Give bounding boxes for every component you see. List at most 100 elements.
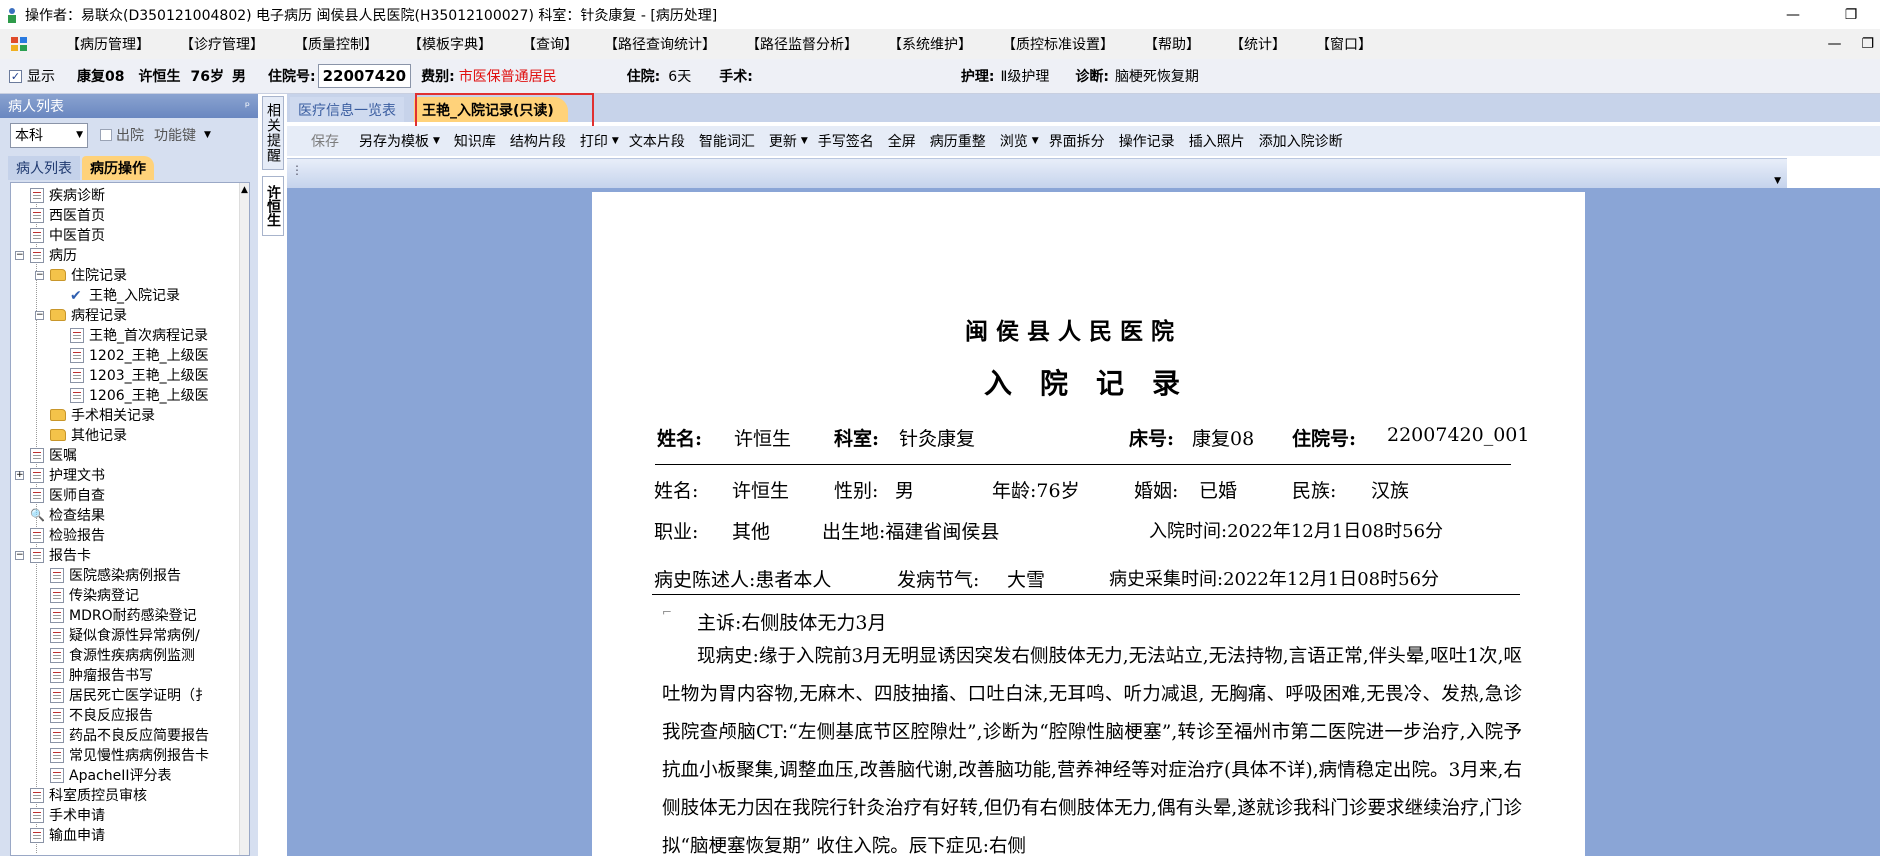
tree-item[interactable]: 输血申请 [15, 825, 105, 845]
tree-item[interactable]: 医嘱 [15, 445, 77, 465]
chevron-down-icon[interactable]: ▼ [1774, 176, 1781, 186]
tree-item[interactable]: 1203_王艳_上级医 [55, 365, 209, 385]
tree-item[interactable]: 医院感染病例报告 [35, 565, 181, 585]
tree-item[interactable]: − 住院记录 [35, 265, 127, 285]
pin-icon[interactable]: ᵖ [245, 99, 250, 113]
menu-diagnosis-management[interactable]: 【诊疗管理】 [180, 34, 264, 54]
chevron-down-icon[interactable]: ▼ [801, 136, 808, 146]
tab-medical-overview[interactable]: 医疗信息一览表 [290, 97, 404, 122]
editor-toolbar: 保存 另存为模板 ▼ 知识库 结构片段 打印 ▼ 文本片段 智能词汇 更新 ▼ 手写签… [287, 126, 1880, 156]
print-button[interactable]: 打印 [580, 131, 608, 151]
browse-button[interactable]: 浏览 [1000, 131, 1028, 151]
menu-window[interactable]: 【窗口】 [1316, 34, 1372, 54]
tree-item[interactable]: MDRO耐药感染登记 [35, 605, 197, 625]
diagnosis-label: 诊断: [1075, 69, 1109, 85]
tree-item[interactable]: 🔍 检查结果 [15, 505, 105, 525]
menu-qc-standards[interactable]: 【质控标准设置】 [1002, 34, 1114, 54]
tree-item[interactable]: 医师自查 [15, 485, 105, 505]
smart-vocabulary-button[interactable]: 智能词汇 [699, 131, 755, 151]
mdi-minimize-button[interactable]: — [1827, 36, 1841, 52]
tree-item-label: 住院记录 [71, 268, 127, 284]
record-reorganize-button[interactable]: 病历重整 [930, 131, 986, 151]
tree-item[interactable]: − 病历 [15, 245, 77, 265]
split-view-button[interactable]: 界面拆分 [1049, 131, 1105, 151]
tree-item[interactable]: 常见慢性病病例报告卡 [35, 745, 209, 765]
tree-scrollbar[interactable]: ▲ [239, 183, 249, 855]
save-button[interactable]: 保存 [311, 131, 339, 151]
chevron-down-icon[interactable]: ▼ [1032, 136, 1039, 146]
text-fragment-button[interactable]: 文本片段 [629, 131, 685, 151]
menu-path-query-stats[interactable]: 【路径查询统计】 [604, 34, 716, 54]
admission-number-field[interactable]: 22007420 [317, 64, 412, 88]
tree-item[interactable]: 手术相关记录 [35, 405, 155, 425]
tree-item[interactable]: ApacheII评分表 [35, 765, 171, 785]
scroll-up-icon[interactable]: ▲ [241, 185, 248, 195]
document-page[interactable]: 闽 侯 县 人 民 医 院 入 院 记 录 姓名: 许恒生 科室: 针灸康复 床… [592, 192, 1585, 856]
mdi-restore-button[interactable]: ❐ [1861, 36, 1874, 52]
side-tab-reminders[interactable]: 相关提醒 [262, 96, 284, 170]
collapse-icon[interactable]: − [35, 310, 44, 320]
tree-item[interactable]: 不良反应报告 [35, 705, 153, 725]
tree-item[interactable]: − 报告卡 [15, 545, 91, 565]
expand-icon[interactable]: + [15, 470, 24, 480]
tree-item[interactable]: − 病程记录 [35, 305, 127, 325]
side-tab-patient[interactable]: 许恒生 [262, 176, 284, 236]
tab-patient-list[interactable]: 病人列表 [8, 156, 80, 180]
menu-record-management[interactable]: 【病历管理】 [66, 34, 150, 54]
menu-quality-control[interactable]: 【质量控制】 [294, 34, 378, 54]
show-checkbox[interactable]: ✓ [9, 69, 22, 83]
tree-item[interactable]: 疾病诊断 [15, 185, 105, 205]
tree-item[interactable]: + 护理文书 [15, 465, 105, 485]
tree-item[interactable]: 疑似食源性异常病例/ [35, 625, 200, 645]
minimize-button[interactable]: — [1764, 0, 1822, 29]
tree-item[interactable]: 药品不良反应简要报告 [35, 725, 209, 745]
tree-item[interactable]: 中医首页 [15, 225, 105, 245]
menu-system-maintenance[interactable]: 【系统维护】 [888, 34, 972, 54]
stay-label: 住院: [626, 69, 661, 85]
handwritten-signature-button[interactable]: 手写签名 [818, 131, 874, 151]
tree-item[interactable]: 肿瘤报告书写 [35, 665, 153, 685]
grip-icon[interactable]: ⋮ [291, 163, 303, 177]
document-icon [30, 787, 44, 803]
tree-item-label: 手术申请 [49, 808, 105, 824]
insert-photo-button[interactable]: 插入照片 [1189, 131, 1245, 151]
chevron-down-icon[interactable]: ▼ [612, 136, 619, 146]
tab-record-operation[interactable]: 病历操作 [82, 156, 154, 180]
tree-item[interactable]: 其他记录 [35, 425, 127, 445]
operation-log-button[interactable]: 操作记录 [1119, 131, 1175, 151]
tree-item[interactable]: 王艳_首次病程记录 [55, 325, 208, 345]
menu-help[interactable]: 【帮助】 [1144, 34, 1200, 54]
add-admission-diagnosis-button[interactable]: 添加入院诊断 [1259, 131, 1343, 151]
knowledge-base-button[interactable]: 知识库 [454, 131, 496, 151]
discharged-checkbox[interactable] [100, 129, 112, 141]
tree-item[interactable]: 1206_王艳_上级医 [55, 385, 209, 405]
restore-button[interactable]: ❐ [1822, 0, 1880, 29]
menu-path-supervision[interactable]: 【路径监督分析】 [746, 34, 858, 54]
tree-item-label: 医嘱 [49, 448, 77, 464]
age-field: 年龄:76岁 [992, 480, 1080, 502]
folder-icon [50, 269, 66, 281]
update-button[interactable]: 更新 [769, 131, 797, 151]
department-select[interactable]: 本科 ▼ [10, 122, 88, 148]
menu-template-dictionary[interactable]: 【模板字典】 [408, 34, 492, 54]
tree-item[interactable]: 居民死亡医学证明（扌 [35, 685, 209, 705]
menu-query[interactable]: 【查询】 [522, 34, 578, 54]
tree-item[interactable]: 检验报告 [15, 525, 105, 545]
function-key-dropdown[interactable]: 功能键 [154, 125, 196, 145]
tree-item[interactable]: 食源性疾病病例监测 [35, 645, 195, 665]
tree-item[interactable]: 1202_王艳_上级医 [55, 345, 209, 365]
collapse-icon[interactable]: − [15, 250, 24, 260]
chevron-down-icon[interactable]: ▼ [433, 136, 440, 146]
tree-item[interactable]: 西医首页 [15, 205, 105, 225]
menu-statistics[interactable]: 【统计】 [1230, 34, 1286, 54]
tree-item[interactable]: 传染病登记 [35, 585, 139, 605]
tree-item[interactable]: 手术申请 [15, 805, 105, 825]
fullscreen-button[interactable]: 全屏 [888, 131, 916, 151]
tree-item[interactable]: 科室质控员审核 [15, 785, 147, 805]
save-as-template-button[interactable]: 另存为模板 [359, 131, 429, 151]
tree-item-label: 医院感染病例报告 [69, 568, 181, 584]
tree-item[interactable]: ✔ 王艳_入院记录 [55, 285, 180, 305]
structured-fragment-button[interactable]: 结构片段 [510, 131, 566, 151]
collapse-icon[interactable]: − [35, 270, 44, 280]
collapse-icon[interactable]: − [15, 550, 24, 560]
